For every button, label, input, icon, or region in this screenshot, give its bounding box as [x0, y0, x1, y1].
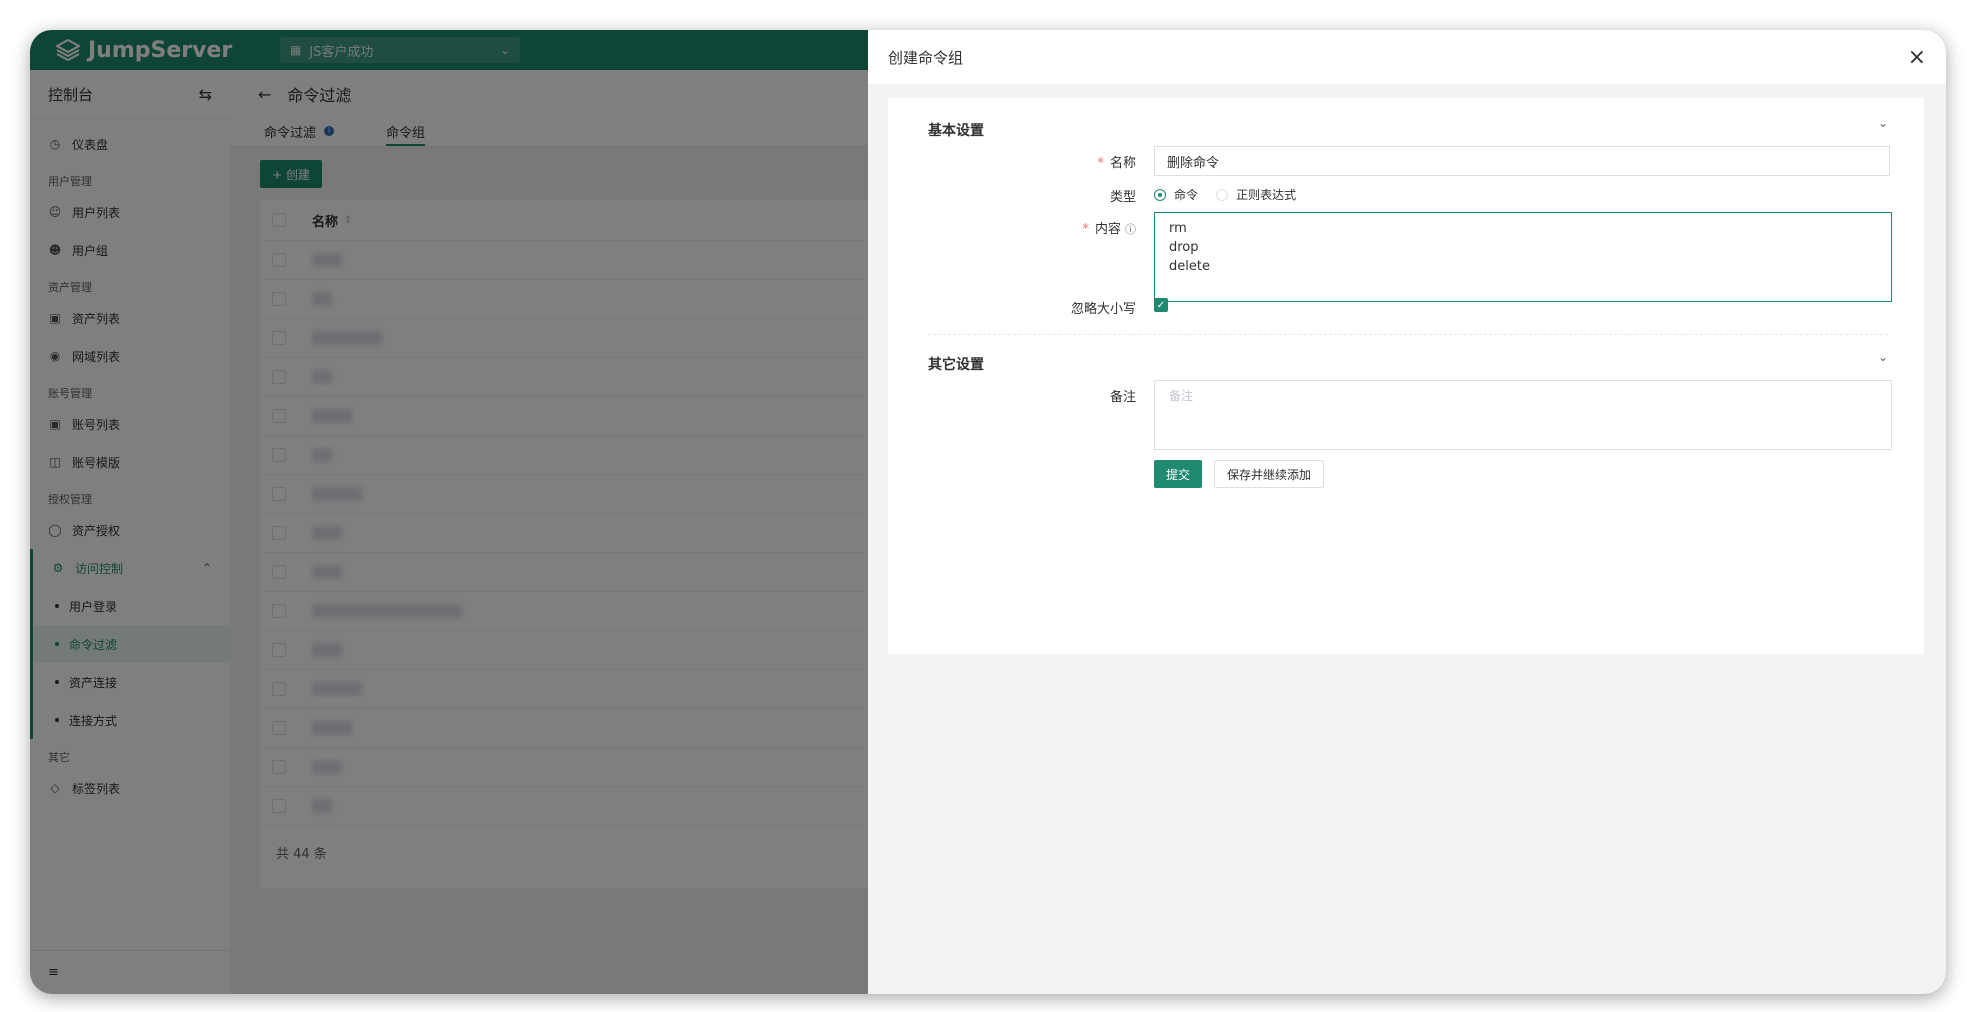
radio-circle-checked: [1154, 188, 1166, 201]
name-input[interactable]: 删除命令: [1154, 146, 1890, 176]
type-radio-command[interactable]: 命令: [1154, 186, 1198, 203]
section-divider: [928, 334, 1888, 335]
close-icon[interactable]: ×: [1908, 45, 1926, 70]
content-field-wrap: rm drop delete: [1154, 212, 1892, 302]
save-continue-button[interactable]: 保存并继续添加: [1214, 460, 1324, 488]
drawer-header: 创建命令组 ×: [868, 30, 1946, 84]
type-radio-group: 命令 正则表达式: [1154, 186, 1310, 205]
type-radio-regex[interactable]: 正则表达式: [1216, 186, 1296, 203]
drawer-title: 创建命令组: [888, 48, 964, 67]
name-label: * 名称: [1097, 152, 1136, 171]
create-cmd-group-drawer: 创建命令组 × 基本设置 ⌄ * 名称 删除命令 类型 命令 正则表达式 * 内容 ⓘ…: [868, 30, 1946, 994]
comment-field-wrap: 备注: [1154, 380, 1892, 450]
radio-circle: [1216, 188, 1229, 201]
chevron-down-icon[interactable]: ⌄: [1878, 350, 1888, 364]
radio-label: 正则表达式: [1236, 188, 1297, 202]
app-window: JumpServer ▦ JS客户成功 ⌄ 控制台 ⇆ ◷ 仪表盘 用户管理 ☺…: [30, 30, 1946, 994]
ignore-case-label: 忽略大小写: [1070, 302, 1136, 317]
section-title-other: 其它设置: [928, 357, 984, 373]
comment-textarea[interactable]: 备注: [1154, 380, 1892, 450]
section-title-basic: 基本设置: [928, 123, 984, 139]
required-mark: *: [1097, 156, 1104, 171]
radio-label: 命令: [1174, 188, 1199, 202]
ignore-case-checkbox[interactable]: ✓: [1154, 298, 1168, 312]
name-field-wrap: 删除命令: [1154, 146, 1890, 176]
type-label: 类型: [1109, 190, 1136, 205]
ignore-case-wrap: ✓: [1154, 298, 1168, 312]
label-text: 内容: [1094, 222, 1121, 237]
content-textarea[interactable]: rm drop delete: [1154, 212, 1892, 302]
required-mark: *: [1082, 222, 1089, 237]
submit-button[interactable]: 提交: [1154, 460, 1202, 488]
label-text: 名称: [1109, 156, 1136, 171]
help-icon[interactable]: ⓘ: [1125, 223, 1136, 236]
content-label: * 内容 ⓘ: [1082, 218, 1136, 237]
form-card: 基本设置 ⌄ * 名称 删除命令 类型 命令 正则表达式 * 内容 ⓘ rm drop…: [888, 98, 1924, 654]
comment-label: 备注: [1109, 390, 1136, 405]
chevron-down-icon[interactable]: ⌄: [1878, 116, 1888, 130]
check-icon: ✓: [1156, 299, 1166, 311]
